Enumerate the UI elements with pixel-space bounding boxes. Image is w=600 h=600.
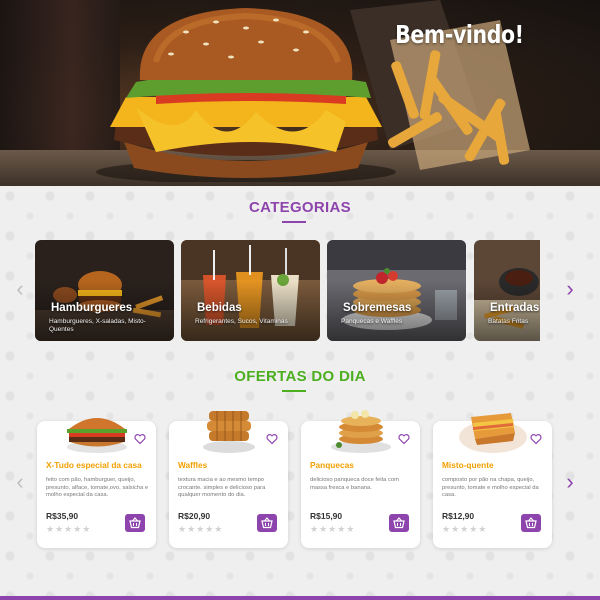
offer-card[interactable]: X-Tudo especial da casa feito com pão, h… — [37, 418, 156, 548]
offer-description: composto por pão na chapa, queijo, presu… — [442, 477, 539, 498]
category-card-sobremesas[interactable]: Sobremesas Panquecas e Waffles — [327, 240, 466, 341]
category-card-hamburgueres[interactable]: Hamburgueres Hamburgueres, X-saladas, Mi… — [35, 240, 174, 341]
category-name: Bebidas — [197, 302, 242, 314]
xtudo-dish-image — [67, 418, 127, 453]
categories-next-arrow[interactable]: › — [562, 277, 578, 301]
category-card-bebidas[interactable]: Bebidas Refrigerantes, Sucos, Vitaminas — [181, 240, 320, 341]
category-description: Refrigerantes, Sucos, Vitaminas — [195, 318, 288, 325]
categories-title: CATEGORIAS — [249, 199, 351, 216]
panquecas-dish-image — [331, 410, 391, 453]
offer-price: R$12,90 — [442, 511, 475, 521]
categories-title-underline — [282, 221, 306, 223]
offer-title: Panquecas — [310, 460, 354, 470]
offers-next-arrow[interactable]: › — [562, 470, 578, 494]
categories-prev-arrow[interactable]: ‹ — [12, 277, 28, 301]
category-name: Entradas — [490, 302, 540, 314]
offer-card[interactable]: Panquecas delicioso panqueca doce feita … — [301, 410, 420, 548]
category-name: Hamburgueres — [51, 302, 133, 314]
category-description: Panquecas e Waffles — [341, 318, 403, 325]
category-card-entradas-clip: Entradas Batatas Fritas — [474, 240, 540, 341]
offers-prev-arrow[interactable]: ‹ — [12, 470, 28, 494]
star-rating[interactable]: ★★★★★ — [178, 524, 223, 535]
basket-icon — [261, 517, 273, 529]
offer-title: X-Tudo especial da casa — [46, 460, 142, 470]
basket-icon — [525, 517, 537, 529]
heart-icon[interactable] — [134, 433, 146, 445]
add-to-cart-button[interactable] — [125, 514, 145, 532]
offer-card[interactable]: Waffles textura macia e ao mesmo tempo c… — [169, 411, 288, 548]
category-card-entradas[interactable]: Entradas Batatas Fritas — [474, 240, 540, 341]
hero-banner: Bem-vindo! — [0, 0, 600, 186]
star-rating[interactable]: ★★★★★ — [442, 524, 487, 535]
add-to-cart-button[interactable] — [257, 514, 277, 532]
offer-title: Misto-quente — [442, 460, 494, 470]
offer-description: textura macia e ao mesmo tempo crocante.… — [178, 477, 266, 498]
heart-icon[interactable] — [530, 433, 542, 445]
hero-title: Bem-vindo! — [395, 20, 525, 49]
offer-description: delicioso panqueca doce feita com massa … — [310, 477, 399, 491]
category-description: Batatas Fritas — [488, 318, 529, 325]
add-to-cart-button[interactable] — [389, 514, 409, 532]
star-rating[interactable]: ★★★★★ — [310, 524, 355, 535]
offer-card[interactable]: Misto-quente composto por pão na chapa, … — [433, 413, 552, 548]
heart-icon[interactable] — [398, 433, 410, 445]
basket-icon — [129, 517, 141, 529]
burger-image — [96, 8, 396, 182]
offer-title: Waffles — [178, 460, 208, 470]
category-name: Sobremesas — [343, 302, 412, 314]
star-rating[interactable]: ★★★★★ — [46, 524, 91, 535]
offer-price: R$35,90 — [46, 511, 79, 521]
heart-icon[interactable] — [266, 433, 278, 445]
offer-price: R$20,90 — [178, 511, 211, 521]
offers-title-underline — [282, 390, 306, 392]
add-to-cart-button[interactable] — [521, 514, 541, 532]
misto-quente-dish-image — [459, 413, 527, 453]
bottom-accent-bar — [0, 596, 600, 600]
basket-icon — [393, 517, 405, 529]
offer-price: R$15,90 — [310, 511, 343, 521]
category-description: Hamburgueres, X-saladas, Misto-Quentes — [49, 318, 146, 333]
waffles-dish-image — [203, 411, 255, 453]
offer-description: feito com pão, hamburguer, queijo, presu… — [46, 477, 149, 498]
offers-title: OFERTAS DO DIA — [234, 368, 366, 385]
